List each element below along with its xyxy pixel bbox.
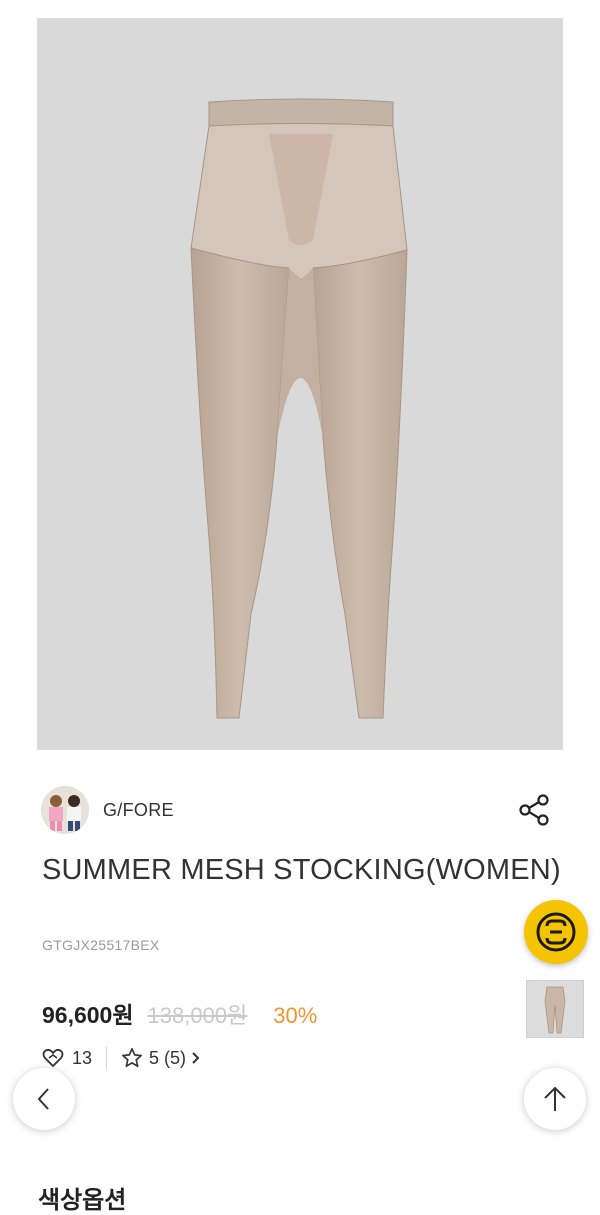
chevron-right-icon (192, 1052, 200, 1064)
like-button[interactable]: 13 (42, 1048, 92, 1069)
product-thumbnail[interactable] (526, 980, 584, 1038)
brand-avatar[interactable] (41, 786, 89, 834)
price-row: 96,600원 138,000원 30% (42, 996, 317, 1030)
color-options-heading: 색상옵션 (38, 1187, 127, 1214)
brand-badge-button[interactable] (524, 900, 588, 964)
chevron-left-icon (37, 1088, 49, 1110)
meta-row: 13 5 (5) (42, 1045, 202, 1071)
arrow-up-icon (544, 1086, 566, 1111)
heart-icon (42, 1048, 64, 1068)
back-button[interactable] (13, 1068, 75, 1130)
share-button[interactable] (516, 791, 552, 829)
divider (106, 1047, 108, 1069)
rating-value: 5 (5) (149, 1047, 187, 1068)
scroll-top-button[interactable] (524, 1068, 586, 1130)
product-sku: GTGJX25517BEX (42, 937, 160, 953)
gfore-logo-icon (536, 912, 576, 952)
share-icon (519, 794, 549, 826)
leggings-illustration (190, 98, 408, 719)
brand-row[interactable]: G/FORE (41, 786, 174, 834)
product-image[interactable] (37, 18, 563, 750)
discount-rate: 30% (273, 1003, 318, 1028)
rating-link[interactable]: 5 (5) (121, 1047, 202, 1069)
sale-price: 96,600원 (42, 1002, 134, 1028)
avatar-image (41, 786, 89, 834)
star-icon (122, 1048, 143, 1068)
brand-name[interactable]: G/FORE (103, 800, 174, 821)
like-count: 13 (72, 1047, 93, 1068)
product-title: SUMMER MESH STOCKING(WOMEN) (42, 854, 561, 886)
original-price: 138,000원 (147, 1003, 248, 1028)
thumbnail-image (527, 981, 583, 1037)
